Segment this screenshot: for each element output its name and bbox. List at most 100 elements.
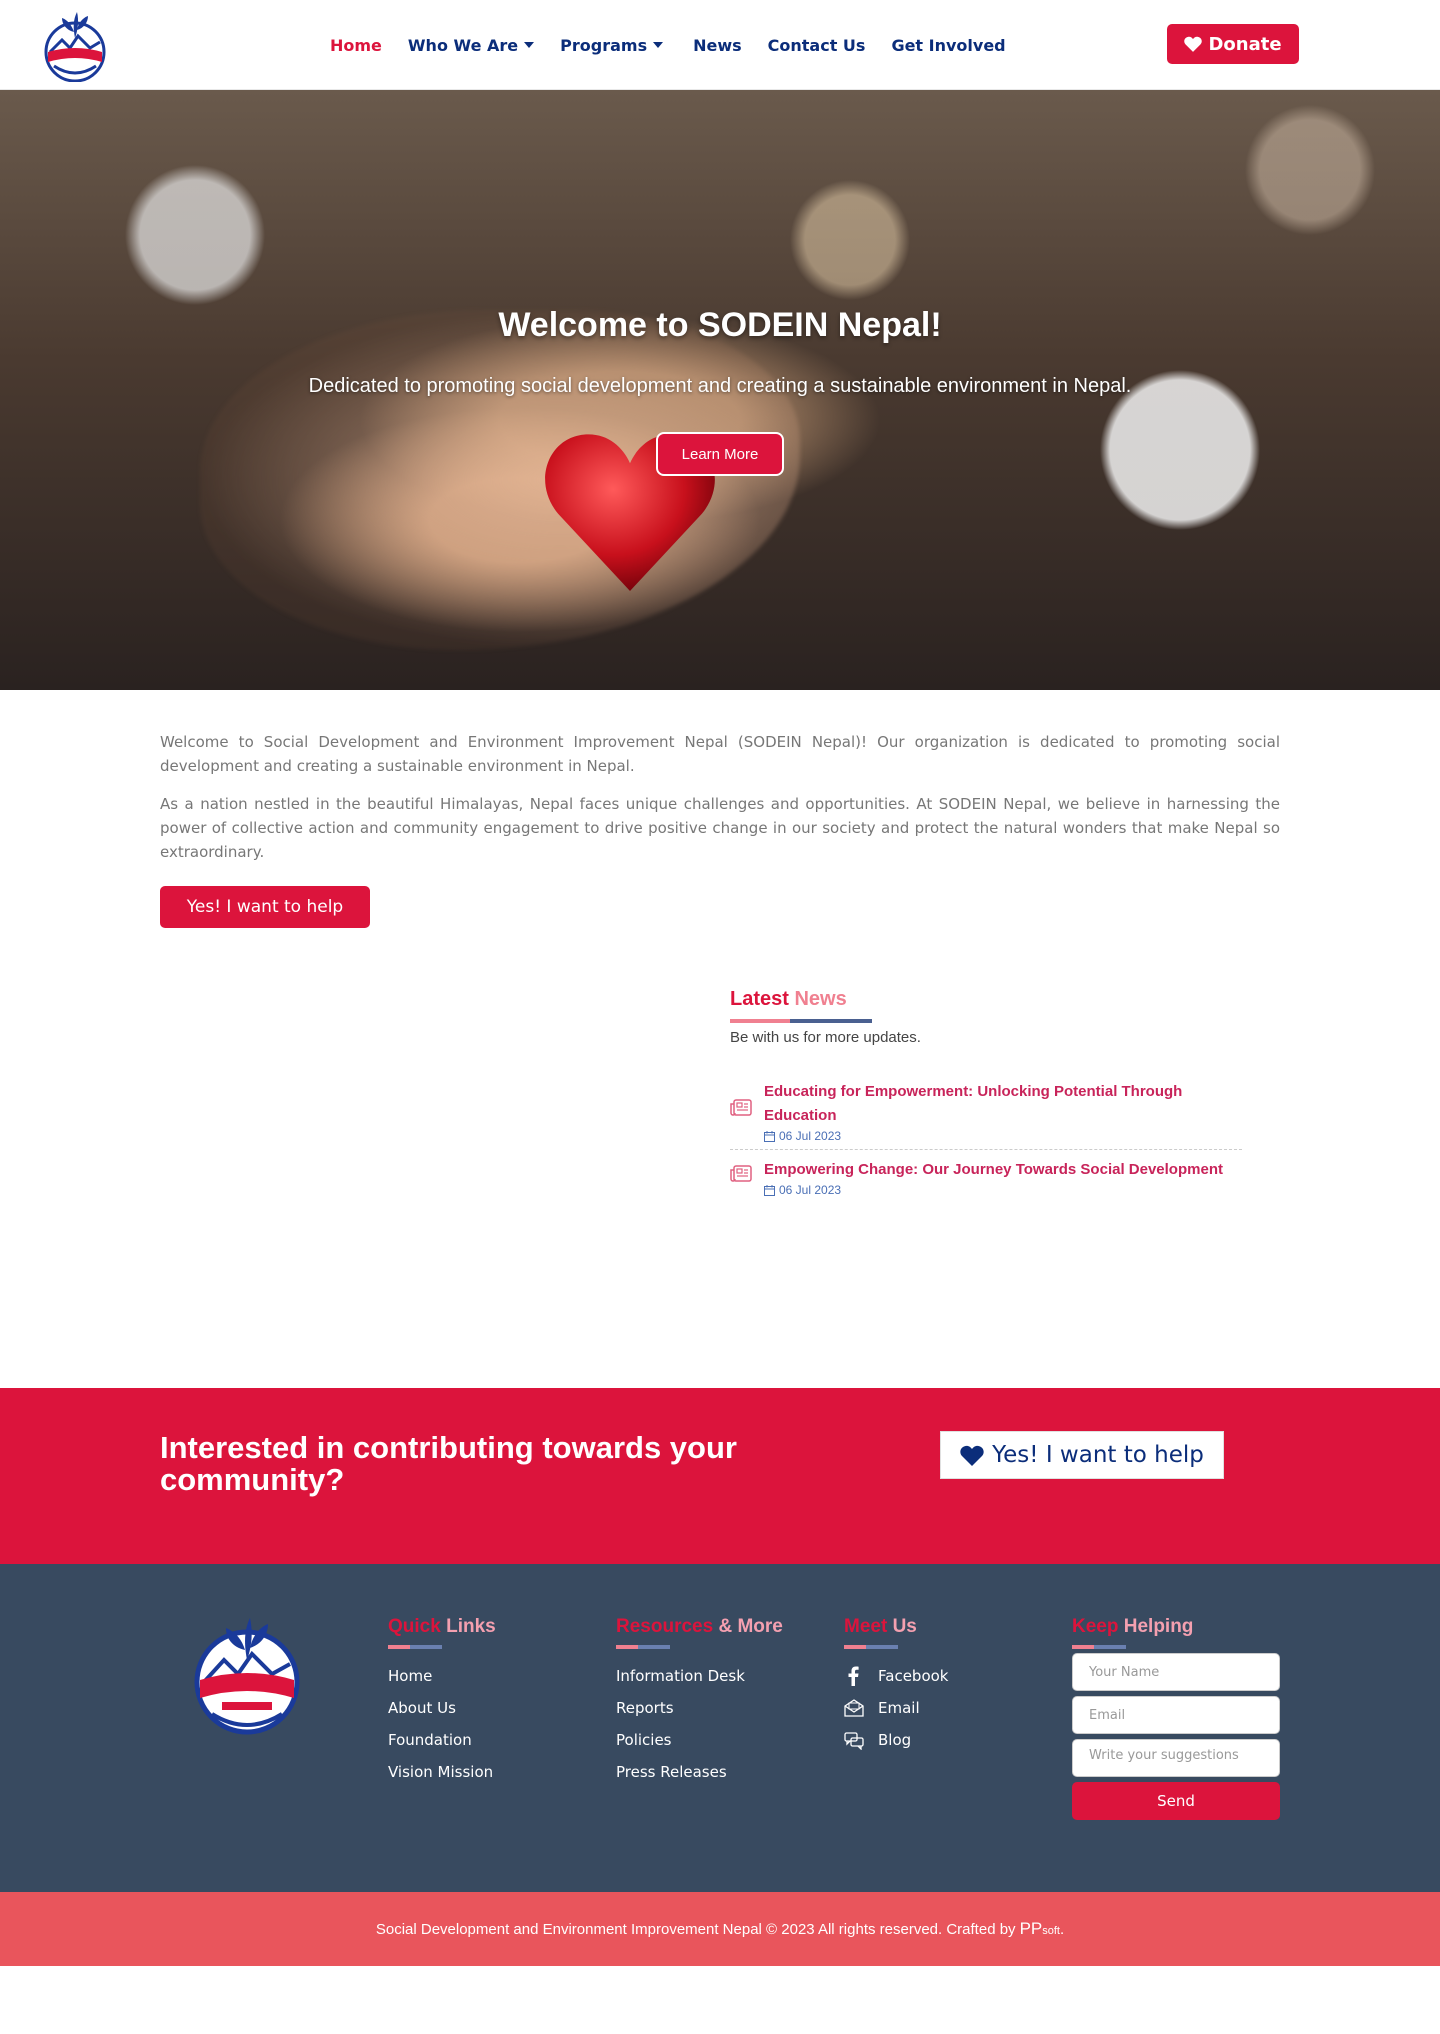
heading-underline <box>730 1019 1250 1023</box>
resources-title: Resources & More <box>616 1616 783 1638</box>
news-date: 06 Jul 2023 <box>764 1183 1223 1197</box>
news-heading-part2: News <box>794 988 847 1010</box>
nav-programs-label: Programs <box>560 35 648 55</box>
footer-link-policies[interactable]: Policies <box>616 1724 783 1756</box>
heading-underline <box>844 1645 948 1649</box>
intro-section: Welcome to Social Development and Enviro… <box>0 690 1440 928</box>
copyright-end: . <box>1059 1921 1065 1938</box>
cta-button-label: Yes! I want to help <box>992 1442 1204 1468</box>
sodein-logo[interactable] <box>40 8 110 82</box>
caret-down-icon <box>524 42 535 48</box>
hero-banner: Welcome to SODEIN Nepal! Dedicated to pr… <box>0 90 1440 690</box>
resources-title-rest: & More <box>718 1616 783 1637</box>
copyright-bar: Social Development and Environment Impro… <box>0 1892 1440 1966</box>
quick-links-title-hl: Quick <box>388 1616 441 1637</box>
nav-who-we-are[interactable]: Who We Are <box>407 35 535 55</box>
meet-us-title-rest: Us <box>892 1616 917 1637</box>
main-nav: Home Who We Are Programs News Contact Us… <box>330 0 1006 90</box>
calendar-icon <box>764 1184 775 1196</box>
donate-button[interactable]: Donate <box>1167 24 1299 64</box>
resources-title-hl: Resources <box>616 1616 714 1637</box>
name-input[interactable]: Your Name <box>1072 1653 1280 1691</box>
footer-keep-helping: Keep Helping Your Name Email Write your … <box>1072 1616 1280 1820</box>
blog-icon <box>844 1732 864 1750</box>
footer-link-information-desk[interactable]: Information Desk <box>616 1660 783 1692</box>
hero-title: Welcome to SODEIN Nepal! <box>498 306 942 344</box>
want-to-help-button[interactable]: Yes! I want to help <box>160 886 370 928</box>
news-date: 06 Jul 2023 <box>764 1129 1242 1143</box>
footer-link-home[interactable]: Home <box>388 1660 496 1692</box>
hero-subtitle: Dedicated to promoting social developmen… <box>308 375 1132 397</box>
cta-banner: Interested in contributing towards your … <box>0 1388 1440 1564</box>
footer-link-press-releases[interactable]: Press Releases <box>616 1756 783 1788</box>
blog-label: Blog <box>878 1731 912 1749</box>
send-button[interactable]: Send <box>1072 1782 1280 1820</box>
email-label: Email <box>878 1699 920 1717</box>
meet-us-title-hl: Meet <box>844 1616 888 1637</box>
site-footer: Quick Links Home About Us Foundation Vis… <box>0 1564 1440 1892</box>
newspaper-icon <box>730 1165 752 1182</box>
nav-get-involved-label: Get Involved <box>891 35 1006 55</box>
developer-link[interactable]: PPsoft. <box>1020 1919 1065 1939</box>
email-input[interactable]: Email <box>1072 1696 1280 1734</box>
news-date-text: 06 Jul 2023 <box>779 1183 842 1197</box>
news-heading-part1: Latest <box>730 988 789 1010</box>
keep-helping-title-hl: Keep <box>1072 1616 1119 1637</box>
news-date-text: 06 Jul 2023 <box>779 1129 842 1143</box>
nav-home-label: Home <box>330 35 382 55</box>
news-headline[interactable]: Empowering Change: Our Journey Towards S… <box>764 1158 1223 1182</box>
keep-helping-title: Keep Helping <box>1072 1616 1280 1638</box>
keep-helping-title-rest: Helping <box>1123 1616 1194 1637</box>
news-heading: Latest News <box>730 988 1250 1011</box>
footer-link-foundation[interactable]: Foundation <box>388 1724 496 1756</box>
calendar-icon <box>764 1130 775 1142</box>
latest-news: Latest News Be with us for more updates.… <box>730 988 1250 1203</box>
footer-link-about-us[interactable]: About Us <box>388 1692 496 1724</box>
footer-link-vision-mission[interactable]: Vision Mission <box>388 1756 496 1788</box>
footer-resources: Resources & More Information Desk Report… <box>616 1616 783 1788</box>
heading-underline <box>616 1645 783 1649</box>
nav-contact-us-label: Contact Us <box>767 35 866 55</box>
nav-programs[interactable]: Programs <box>560 35 664 55</box>
nav-news-label: News <box>693 35 742 55</box>
newspaper-icon <box>730 1099 752 1116</box>
footer-meet-us: Meet Us Facebook Email Blog <box>844 1616 948 1756</box>
email-icon <box>844 1699 864 1717</box>
intro-paragraph: As a nation nestled in the beautiful Him… <box>160 795 1280 861</box>
news-list: Educating for Empowerment: Unlocking Pot… <box>730 1076 1242 1203</box>
footer-quick-links: Quick Links Home About Us Foundation Vis… <box>388 1616 496 1788</box>
footer-link-reports[interactable]: Reports <box>616 1692 783 1724</box>
news-item[interactable]: Empowering Change: Our Journey Towards S… <box>730 1149 1242 1203</box>
nav-contact-us[interactable]: Contact Us <box>768 36 866 55</box>
footer-logo[interactable] <box>190 1614 304 1736</box>
nav-get-involved[interactable]: Get Involved <box>891 36 1005 55</box>
developer-brand-suffix: soft <box>1042 1925 1060 1937</box>
facebook-label: Facebook <box>878 1667 949 1685</box>
intro-paragraph: Welcome to Social Development and Enviro… <box>160 733 1280 775</box>
donate-label: Donate <box>1208 33 1282 55</box>
news-item[interactable]: Educating for Empowerment: Unlocking Pot… <box>730 1076 1242 1149</box>
learn-more-button[interactable]: Learn More <box>656 432 784 476</box>
site-header: Home Who We Are Programs News Contact Us… <box>0 0 1440 90</box>
news-subtitle: Be with us for more updates. <box>730 1029 921 1046</box>
news-headline[interactable]: Educating for Empowerment: Unlocking Pot… <box>764 1080 1242 1128</box>
heart-icon <box>960 1445 984 1466</box>
heading-underline <box>1072 1645 1280 1649</box>
footer-link-email[interactable]: Email <box>844 1692 948 1724</box>
suggestions-textarea[interactable]: Write your suggestions <box>1072 1739 1280 1777</box>
meet-us-title: Meet Us <box>844 1616 948 1638</box>
footer-link-facebook[interactable]: Facebook <box>844 1660 948 1692</box>
nav-home[interactable]: Home <box>330 36 382 55</box>
developer-brand-main: PP <box>1019 1919 1043 1938</box>
footer-link-blog[interactable]: Blog <box>844 1724 948 1756</box>
cta-text: Interested in contributing towards your … <box>160 1430 737 1497</box>
hero-content: Welcome to SODEIN Nepal! Dedicated to pr… <box>0 90 1440 690</box>
copyright-text: Social Development and Environment Impro… <box>375 1920 1016 1938</box>
cta-help-button[interactable]: Yes! I want to help <box>940 1431 1224 1479</box>
caret-down-icon <box>653 42 664 48</box>
quick-links-title: Quick Links <box>388 1616 496 1638</box>
news-section: Latest News Be with us for more updates.… <box>0 928 1440 1388</box>
nav-news[interactable]: News <box>693 36 742 55</box>
facebook-icon <box>848 1666 859 1686</box>
nav-who-we-are-label: Who We Are <box>407 35 519 55</box>
